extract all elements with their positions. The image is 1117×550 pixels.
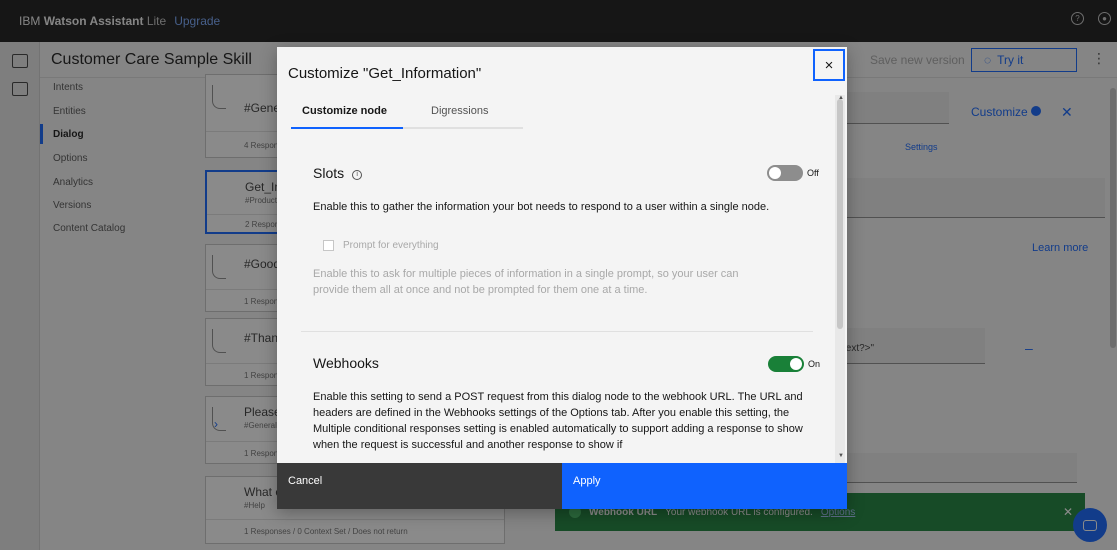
- close-modal-button[interactable]: ×: [813, 49, 845, 81]
- slots-toggle[interactable]: [767, 165, 803, 181]
- prompt-for-everything-label: Prompt for everything: [343, 240, 439, 251]
- scroll-down-icon[interactable]: ▼: [838, 453, 844, 459]
- cancel-button[interactable]: Cancel: [277, 463, 562, 509]
- toggle-knob: [769, 167, 781, 179]
- webhooks-section-title: Webhooks: [313, 355, 379, 371]
- close-icon: ×: [824, 56, 834, 74]
- customize-node-modal: Customize "Get_Information" × Customize …: [277, 47, 847, 509]
- tab-customize-node[interactable]: Customize node: [291, 105, 403, 129]
- slots-description: Enable this to gather the information yo…: [313, 201, 770, 213]
- tab-label: Customize node: [302, 105, 387, 117]
- prompt-for-everything-description: Enable this to ask for multiple pieces o…: [313, 268, 739, 296]
- prompt-for-everything-checkbox[interactable]: [323, 240, 334, 251]
- slots-toggle-label: Off: [807, 168, 819, 178]
- tab-digressions[interactable]: Digressions: [403, 105, 523, 129]
- slots-title-text: Slots: [313, 165, 345, 181]
- webhooks-toggle[interactable]: [768, 356, 804, 372]
- scroll-up-icon[interactable]: ▲: [838, 95, 844, 101]
- section-divider: [301, 331, 813, 332]
- info-icon[interactable]: i: [352, 170, 363, 180]
- modal-title: Customize "Get_Information": [288, 65, 482, 82]
- webhooks-description: Enable this setting to send a POST reque…: [313, 391, 803, 451]
- webhooks-toggle-label: On: [808, 359, 821, 369]
- apply-button[interactable]: Apply: [562, 463, 847, 509]
- slots-section-title: Slots i: [313, 165, 363, 181]
- tab-label: Digressions: [431, 105, 489, 117]
- modal-scrollbar-thumb[interactable]: [837, 99, 843, 329]
- toggle-knob: [790, 358, 802, 370]
